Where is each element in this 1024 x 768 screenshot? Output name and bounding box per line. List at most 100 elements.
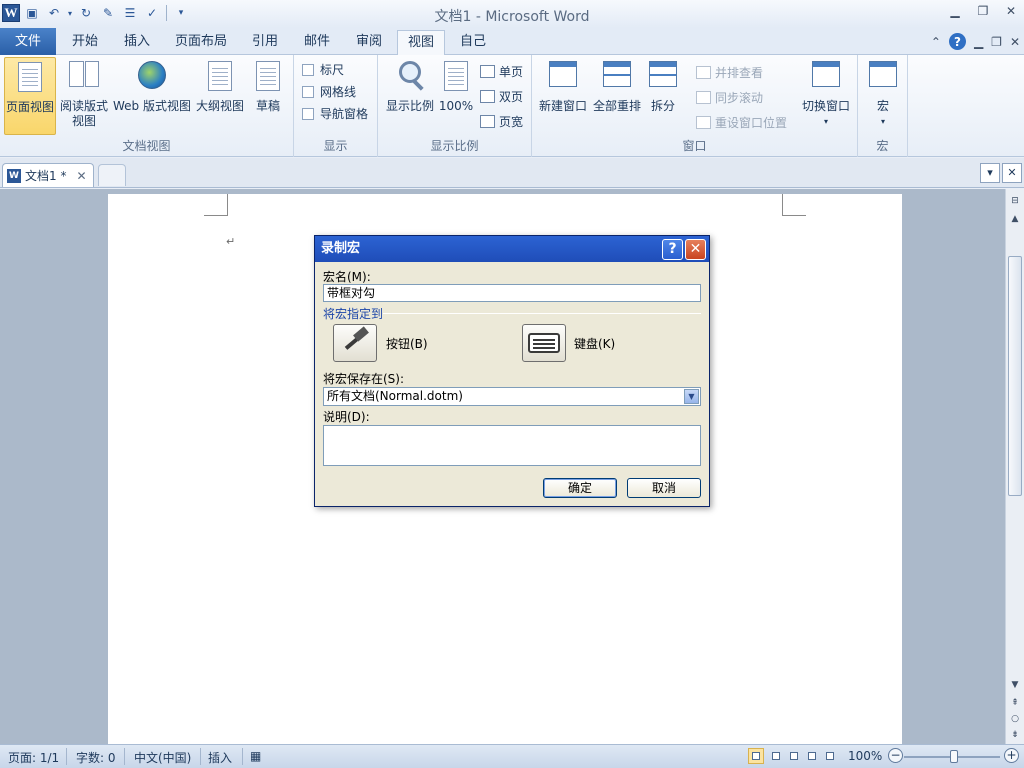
group-document-views: 页面视图 阅读版式 视图 Web 版式视图 大纲视图 草稿 文档视图 bbox=[0, 55, 294, 157]
vertical-scrollbar[interactable]: ⊟ ▲ ▼ ⇞ ○ ⇟ bbox=[1005, 189, 1024, 744]
close-tab-icon[interactable]: ✕ bbox=[76, 169, 86, 183]
page-100-icon bbox=[441, 61, 471, 93]
reading-layout-icon bbox=[69, 61, 99, 93]
navigation-pane-checkbox[interactable]: 导航窗格 bbox=[302, 105, 368, 122]
close-document-icon[interactable]: ✕ bbox=[1002, 163, 1022, 183]
new-tab-button[interactable] bbox=[98, 164, 126, 186]
new-window-button[interactable]: 新建窗口 bbox=[536, 57, 590, 135]
collapse-ribbon-icon[interactable]: ⌃ bbox=[931, 35, 941, 49]
group-show: 标尺 网格线 导航窗格 显示 bbox=[294, 55, 378, 157]
ribbon-right-controls: ⌃ ? ▁ ❐ ✕ bbox=[931, 33, 1020, 50]
group-window: 新建窗口 全部重排 拆分 并排查看 同步滚动 重设窗口位置 切换窗口 ▾ 窗口 bbox=[532, 55, 858, 157]
description-textarea[interactable] bbox=[323, 425, 701, 466]
tab-custom[interactable]: 自己 bbox=[448, 30, 498, 55]
group-label-show: 显示 bbox=[323, 139, 348, 153]
ok-button[interactable]: 确定 bbox=[543, 478, 617, 498]
previous-page-icon[interactable]: ⇞ bbox=[1007, 695, 1023, 711]
assign-to-button-button[interactable] bbox=[333, 324, 377, 362]
switch-windows-button[interactable]: 切换窗口 ▾ bbox=[798, 57, 854, 135]
tab-mailings[interactable]: 邮件 bbox=[292, 30, 342, 55]
draft-button[interactable]: 草稿 bbox=[248, 57, 288, 135]
tab-file[interactable]: 文件 bbox=[0, 28, 56, 55]
dialog-close-icon[interactable]: ✕ bbox=[685, 239, 706, 260]
window-title: 文档1 - Microsoft Word bbox=[434, 9, 590, 25]
arrange-all-button[interactable]: 全部重排 bbox=[590, 57, 644, 135]
outline-button[interactable]: 大纲视图 bbox=[194, 57, 246, 135]
scroll-up-icon[interactable]: ▲ bbox=[1007, 211, 1023, 227]
button-option-label: 按钮(B) bbox=[386, 337, 428, 351]
page-width-button[interactable]: 页宽 bbox=[480, 113, 523, 130]
synchronous-scrolling-button[interactable]: 同步滚动 bbox=[696, 89, 763, 106]
keyboard-option-label: 键盘(K) bbox=[574, 337, 616, 351]
document-tab[interactable]: W 文档1 * ✕ bbox=[2, 163, 94, 187]
tab-home[interactable]: 开始 bbox=[58, 30, 112, 55]
macro-name-input[interactable]: 带框对勾 bbox=[323, 284, 701, 302]
zoom-button[interactable]: 显示比例 bbox=[382, 57, 438, 135]
macro-recording-icon[interactable]: ▦ bbox=[250, 749, 261, 763]
record-macro-dialog: 录制宏 ? ✕ 宏名(M): 带框对勾 将宏指定到 按钮(B) 键盘(K) 将宏… bbox=[314, 235, 710, 507]
two-pages-button[interactable]: 双页 bbox=[480, 88, 523, 105]
zoom-in-icon[interactable]: + bbox=[1004, 748, 1019, 763]
language-indicator[interactable]: 中文(中国) bbox=[134, 749, 191, 766]
ribbon: 页面视图 阅读版式 视图 Web 版式视图 大纲视图 草稿 文档视图 标尺 网格… bbox=[0, 55, 1024, 157]
group-macros: 宏 ▾ 宏 bbox=[858, 55, 908, 157]
assign-to-keyboard-button[interactable] bbox=[522, 324, 566, 362]
one-page-button[interactable]: 单页 bbox=[480, 63, 523, 80]
cancel-button[interactable]: 取消 bbox=[627, 478, 701, 498]
insert-mode[interactable]: 插入 bbox=[208, 749, 232, 766]
tab-list-dropdown-icon[interactable]: ▾ bbox=[980, 163, 1000, 183]
scroll-down-icon[interactable]: ▼ bbox=[1007, 677, 1023, 693]
tab-insert[interactable]: 插入 bbox=[112, 30, 162, 55]
minimize-icon[interactable]: ▁ bbox=[946, 4, 964, 20]
tab-references[interactable]: 引用 bbox=[240, 30, 290, 55]
group-label-macros: 宏 bbox=[876, 139, 889, 153]
macros-dropdown-icon: ▾ bbox=[880, 117, 885, 126]
zoom-slider-thumb[interactable] bbox=[950, 750, 958, 763]
next-page-icon[interactable]: ⇟ bbox=[1007, 727, 1023, 743]
gridlines-checkbox[interactable]: 网格线 bbox=[302, 83, 356, 100]
draft-view-icon[interactable] bbox=[822, 748, 838, 764]
zoom-100-button[interactable]: 100% bbox=[438, 57, 474, 135]
ruler-checkbox[interactable]: 标尺 bbox=[302, 61, 344, 78]
page-count[interactable]: 页面: 1/1 bbox=[8, 749, 59, 766]
select-browse-object-icon[interactable]: ○ bbox=[1007, 711, 1023, 727]
ruler-toggle-icon[interactable]: ⊟ bbox=[1007, 193, 1023, 209]
reading-view-icon[interactable] bbox=[768, 748, 784, 764]
new-window-icon bbox=[548, 61, 578, 93]
doc-restore-icon[interactable]: ❐ bbox=[991, 35, 1002, 49]
tab-page-layout[interactable]: 页面布局 bbox=[166, 30, 236, 55]
store-macro-select[interactable]: 所有文档(Normal.dotm) ▼ bbox=[323, 387, 701, 406]
full-screen-reading-button[interactable]: 阅读版式 视图 bbox=[58, 57, 110, 135]
group-label-zoom: 显示比例 bbox=[430, 139, 479, 153]
switch-windows-dropdown-icon: ▾ bbox=[823, 117, 828, 126]
document-tab-label: 文档1 * bbox=[25, 169, 67, 183]
macros-button[interactable]: 宏 ▾ bbox=[864, 57, 902, 135]
print-layout-button[interactable]: 页面视图 bbox=[4, 57, 56, 135]
reset-window-position-button[interactable]: 重设窗口位置 bbox=[696, 114, 787, 131]
zoom-out-icon[interactable]: − bbox=[888, 748, 903, 763]
doc-minimize-icon[interactable]: ▁ bbox=[974, 35, 983, 49]
split-button[interactable]: 拆分 bbox=[646, 57, 680, 135]
web-view-icon[interactable] bbox=[786, 748, 802, 764]
doc-close-icon[interactable]: ✕ bbox=[1010, 35, 1020, 49]
view-side-by-side-button[interactable]: 并排查看 bbox=[696, 64, 763, 81]
web-layout-button[interactable]: Web 版式视图 bbox=[111, 57, 193, 135]
word-count[interactable]: 字数: 0 bbox=[76, 749, 116, 766]
tab-review[interactable]: 审阅 bbox=[344, 30, 394, 55]
status-separator bbox=[200, 748, 201, 765]
zoom-level[interactable]: 100% bbox=[848, 749, 882, 763]
outline-view-icon[interactable] bbox=[804, 748, 820, 764]
help-icon[interactable]: ? bbox=[948, 33, 966, 50]
window-controls: ▁ ❐ ✕ bbox=[946, 4, 1020, 20]
chevron-down-icon[interactable]: ▼ bbox=[684, 389, 699, 404]
dialog-help-icon[interactable]: ? bbox=[662, 239, 683, 260]
draft-icon bbox=[253, 61, 283, 93]
switch-windows-icon bbox=[811, 61, 841, 93]
one-page-icon bbox=[480, 65, 495, 78]
tab-view[interactable]: 视图 bbox=[397, 30, 445, 56]
print-layout-view-icon[interactable] bbox=[748, 748, 764, 764]
scrollbar-thumb[interactable] bbox=[1008, 256, 1022, 496]
two-pages-icon bbox=[480, 90, 495, 103]
close-icon[interactable]: ✕ bbox=[1002, 4, 1020, 20]
restore-icon[interactable]: ❐ bbox=[974, 4, 992, 20]
